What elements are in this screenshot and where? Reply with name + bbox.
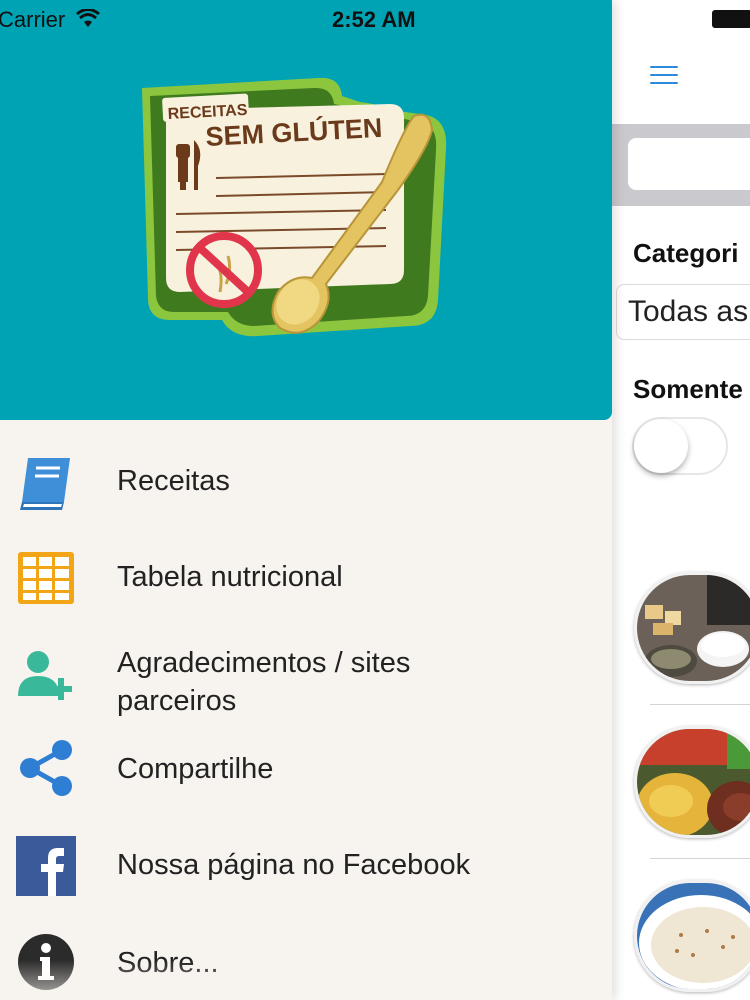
- menu-item-tabela-nutricional[interactable]: Tabela nutricional: [0, 528, 612, 624]
- book-icon: [20, 458, 70, 510]
- drawer-header: RECEITAS SEM GLÚTEN: [0, 0, 612, 420]
- toggle-knob: [634, 419, 688, 473]
- menu-item-label: Agradecimentos / sites parceiros: [117, 647, 411, 717]
- hamburger-menu-icon[interactable]: [650, 64, 678, 86]
- facebook-icon: [16, 836, 76, 896]
- menu-item-label: Compartilhe: [117, 753, 274, 785]
- share-icon: [20, 740, 72, 796]
- menu-item-compartilhe[interactable]: Compartilhe: [0, 728, 612, 824]
- battery-icon: [712, 10, 750, 28]
- menu-item-sobre[interactable]: Sobre...: [0, 920, 612, 1000]
- recipe-thumbnail[interactable]: [634, 572, 750, 684]
- menu-item-label: Receitas: [117, 465, 230, 497]
- info-icon: [18, 934, 74, 990]
- status-bar: Carrier 2:52 AM: [0, 0, 750, 40]
- add-user-icon: [18, 651, 72, 700]
- side-menu-drawer: RECEITAS SEM GLÚTEN Receitas Tabela nutr…: [0, 0, 612, 1000]
- menu-item-facebook[interactable]: Nossa página no Facebook: [0, 824, 612, 920]
- menu-item-label: Tabela nutricional: [117, 561, 343, 593]
- menu-item-receitas[interactable]: Receitas: [0, 432, 612, 528]
- category-select[interactable]: Todas as: [616, 284, 750, 340]
- app-logo: RECEITAS SEM GLÚTEN: [142, 77, 447, 337]
- wifi-icon: [76, 9, 100, 27]
- clock: 2:52 AM: [332, 7, 416, 32]
- search-input[interactable]: [628, 138, 750, 190]
- menu-item-label: Nossa página no Facebook: [117, 849, 471, 881]
- categories-label: Categori: [633, 238, 739, 268]
- menu-item-agradecimentos[interactable]: Agradecimentos / sites parceiros: [0, 624, 612, 728]
- only-filter-toggle[interactable]: [632, 417, 728, 475]
- only-filter-label: Somente: [633, 374, 743, 404]
- table-grid-icon: [18, 552, 74, 604]
- carrier-label: Carrier: [0, 7, 66, 32]
- recipe-thumbnail[interactable]: [634, 726, 750, 838]
- row-separator: [650, 704, 750, 705]
- menu-item-label: Sobre...: [117, 947, 219, 979]
- recipe-thumbnail[interactable]: [634, 880, 750, 992]
- main-screen: Categori Todas as Somente: [612, 0, 750, 1000]
- main-navbar: [612, 40, 750, 124]
- row-separator: [650, 858, 750, 859]
